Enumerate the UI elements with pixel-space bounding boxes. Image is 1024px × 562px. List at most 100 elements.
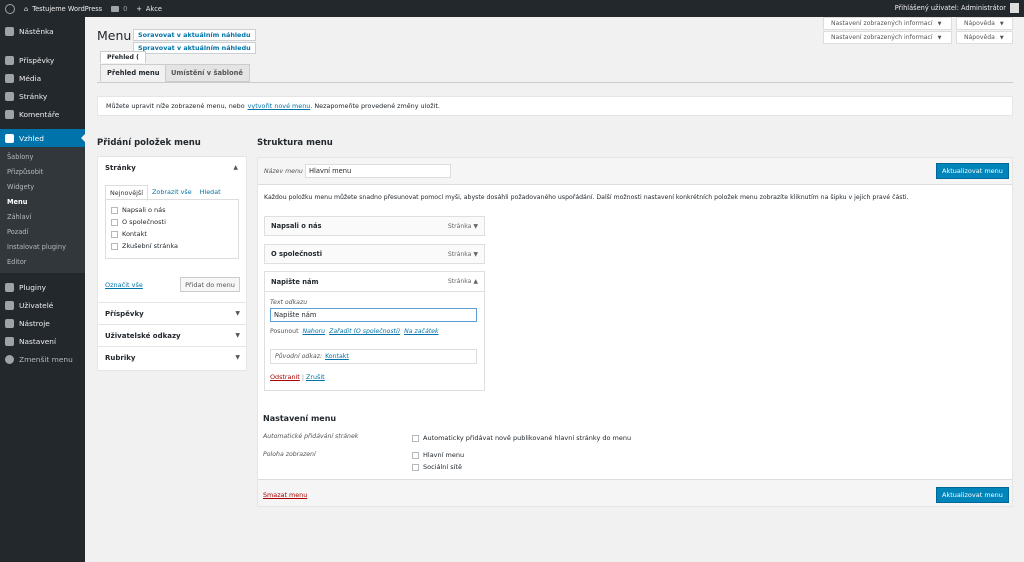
caret-down-icon: ▼ bbox=[235, 332, 240, 339]
help-button-ghost: Nápověda ▼ bbox=[956, 31, 1013, 44]
submenu-background[interactable]: Pozadí bbox=[0, 225, 85, 240]
checkbox[interactable] bbox=[111, 242, 118, 250]
submenu-editor[interactable]: Editor bbox=[0, 255, 85, 270]
create-menu-link[interactable]: vytvořit nové menu bbox=[248, 102, 311, 110]
remove-item-link[interactable]: Odstranit bbox=[270, 373, 300, 381]
list-item[interactable]: O společnosti bbox=[111, 216, 233, 228]
section-posts[interactable]: Příspěvky ▼ bbox=[98, 302, 247, 324]
section-label: Příspěvky bbox=[105, 309, 144, 318]
sidebar-item-comments[interactable]: Komentáře bbox=[0, 105, 85, 123]
save-menu-button-bottom[interactable]: Aktualizovat menu bbox=[936, 487, 1009, 503]
pages-section-title[interactable]: Stránky bbox=[105, 164, 136, 172]
save-menu-button-top[interactable]: Aktualizovat menu bbox=[936, 163, 1009, 179]
collapse-menu-button[interactable]: Zmenšit menu bbox=[0, 350, 85, 368]
new-content-link[interactable]: + Akce bbox=[136, 5, 162, 13]
avatar bbox=[1010, 3, 1019, 13]
move-top-link[interactable]: Na začátek bbox=[404, 328, 438, 335]
pages-icon bbox=[5, 91, 14, 101]
submenu-menus[interactable]: Menu bbox=[0, 195, 85, 210]
menu-name-label: Název menu bbox=[264, 168, 303, 175]
submenu-themes[interactable]: Šablony bbox=[0, 150, 85, 165]
auto-add-option[interactable]: Automaticky přidávat nově publikované hl… bbox=[412, 432, 631, 444]
location-option[interactable]: Hlavní menu bbox=[412, 449, 464, 461]
admin-bar: ⌂ Testujeme WordPress 0 + Akce Přihlášen… bbox=[0, 0, 1024, 17]
move-up-link[interactable]: Nahoru bbox=[303, 328, 326, 335]
checkbox[interactable] bbox=[111, 206, 118, 214]
item-actions: Odstranit | Zrušit bbox=[270, 373, 325, 381]
delete-menu-link[interactable]: Smazat menu bbox=[263, 491, 307, 499]
sidebar-item-settings[interactable]: Nastavení bbox=[0, 332, 85, 350]
sidebar-item-tools[interactable]: Nástroje bbox=[0, 314, 85, 332]
sidebar-item-label: Nástroje bbox=[19, 318, 50, 328]
caret-down-icon[interactable]: ▼ bbox=[473, 251, 478, 258]
collapse-icon bbox=[5, 354, 14, 364]
add-to-menu-button[interactable]: Přidat do menu bbox=[180, 277, 240, 292]
move-under-link[interactable]: Zařadit (O společnosti) bbox=[329, 328, 400, 335]
sidebar-item-label: Nástěnka bbox=[19, 26, 54, 36]
settings-icon bbox=[5, 336, 14, 346]
screen-options-button[interactable]: Nastavení zobrazených informací ▼ bbox=[823, 17, 952, 30]
checkbox[interactable] bbox=[111, 230, 118, 238]
comments-link[interactable]: 0 bbox=[111, 5, 127, 13]
select-all-link[interactable]: Označit vše bbox=[105, 281, 143, 289]
submenu-header[interactable]: Záhlaví bbox=[0, 210, 85, 225]
original-link[interactable]: Kontakt bbox=[325, 353, 349, 360]
wordpress-logo-icon[interactable] bbox=[5, 3, 15, 14]
section-categories[interactable]: Rubriky ▼ bbox=[98, 346, 247, 368]
tab-overview[interactable]: Přehled menu bbox=[100, 64, 167, 82]
submenu-install-plugins[interactable]: Instalovat pluginy bbox=[0, 240, 85, 255]
help-label: Nápověda bbox=[964, 20, 995, 27]
add-items-panel: Stránky ▲ Nejnovější Zobrazit vše Hledat… bbox=[97, 156, 247, 371]
sidebar-item-posts[interactable]: Příspěvky bbox=[0, 51, 85, 69]
plus-icon: + bbox=[136, 4, 142, 13]
menu-item-type: Stránka bbox=[447, 278, 472, 285]
menu-item-type: Stránka bbox=[447, 250, 472, 258]
caret-down-icon[interactable]: ▼ bbox=[473, 223, 478, 230]
link-text-label: Text odkazu bbox=[270, 299, 308, 306]
menu-item-title: Napište nám bbox=[271, 277, 319, 286]
account-menu[interactable]: Přihlášený uživatel: Administrátor bbox=[895, 3, 1019, 13]
tab-locations[interactable]: Umístění v šabloně bbox=[164, 64, 250, 82]
sidebar-item-users[interactable]: Uživatelé bbox=[0, 296, 85, 314]
list-item[interactable]: Zkušební stránka bbox=[111, 240, 233, 252]
caret-up-icon[interactable]: ▲ bbox=[233, 164, 238, 171]
move-label: Posunout bbox=[270, 328, 299, 335]
customize-tooltip[interactable]: Soravovat v aktuálním náhledu bbox=[133, 29, 256, 41]
sidebar-item-media[interactable]: Média bbox=[0, 69, 85, 87]
submenu-customize[interactable]: Přizpůsobit bbox=[0, 165, 85, 180]
site-name-link[interactable]: ⌂ Testujeme WordPress bbox=[24, 5, 102, 13]
menu-item-row[interactable]: Napište nám Stránka ▲ bbox=[265, 272, 484, 292]
location-option[interactable]: Sociální sítě bbox=[412, 461, 462, 473]
sidebar-item-plugins[interactable]: Pluginy bbox=[0, 278, 85, 296]
cancel-item-link[interactable]: Zrušit bbox=[306, 373, 325, 381]
checkbox[interactable] bbox=[111, 218, 118, 226]
checkbox[interactable] bbox=[412, 434, 419, 442]
link-text-input[interactable]: Napište nám bbox=[270, 308, 477, 322]
list-item[interactable]: Kontakt bbox=[111, 228, 233, 240]
add-items-heading: Přidání položek menu bbox=[97, 138, 201, 148]
menu-item-row[interactable]: Napsali o nás Stránka ▼ bbox=[264, 216, 485, 236]
admin-sidebar: Nástěnka Příspěvky Média Stránky Komentá… bbox=[0, 17, 85, 562]
help-button[interactable]: Nápověda ▼ bbox=[956, 17, 1013, 30]
auto-add-label: Automatické přidávání stránek bbox=[263, 433, 359, 440]
sidebar-item-dashboard[interactable]: Nástěnka bbox=[0, 22, 85, 40]
section-custom-links[interactable]: Uživatelské odkazy ▼ bbox=[98, 324, 247, 346]
tab-overview-ghost: Přehled ( bbox=[100, 51, 146, 63]
caret-up-icon[interactable]: ▲ bbox=[473, 278, 478, 285]
menu-name-input[interactable]: Hlavní menu bbox=[305, 164, 451, 178]
dashboard-icon bbox=[5, 26, 14, 36]
checkbox[interactable] bbox=[412, 463, 419, 471]
caret-down-icon: ▼ bbox=[937, 34, 942, 41]
comment-icon bbox=[5, 109, 14, 119]
manage-preview-link[interactable]: Spravovat v aktuálním náhledu bbox=[133, 42, 256, 54]
menu-item-row[interactable]: O společnosti Stránka ▼ bbox=[264, 244, 485, 264]
sidebar-item-pages[interactable]: Stránky bbox=[0, 87, 85, 105]
sidebar-item-label: Příspěvky bbox=[19, 55, 55, 65]
sidebar-item-label: Pluginy bbox=[19, 282, 46, 292]
help-label: Nápověda bbox=[964, 34, 995, 41]
checkbox[interactable] bbox=[412, 451, 419, 459]
sidebar-item-appearance[interactable]: Vzhled bbox=[0, 129, 85, 147]
location-label: Poloha zobrazení bbox=[263, 451, 316, 458]
submenu-widgets[interactable]: Widgety bbox=[0, 180, 85, 195]
list-item[interactable]: Napsali o nás bbox=[111, 204, 233, 216]
